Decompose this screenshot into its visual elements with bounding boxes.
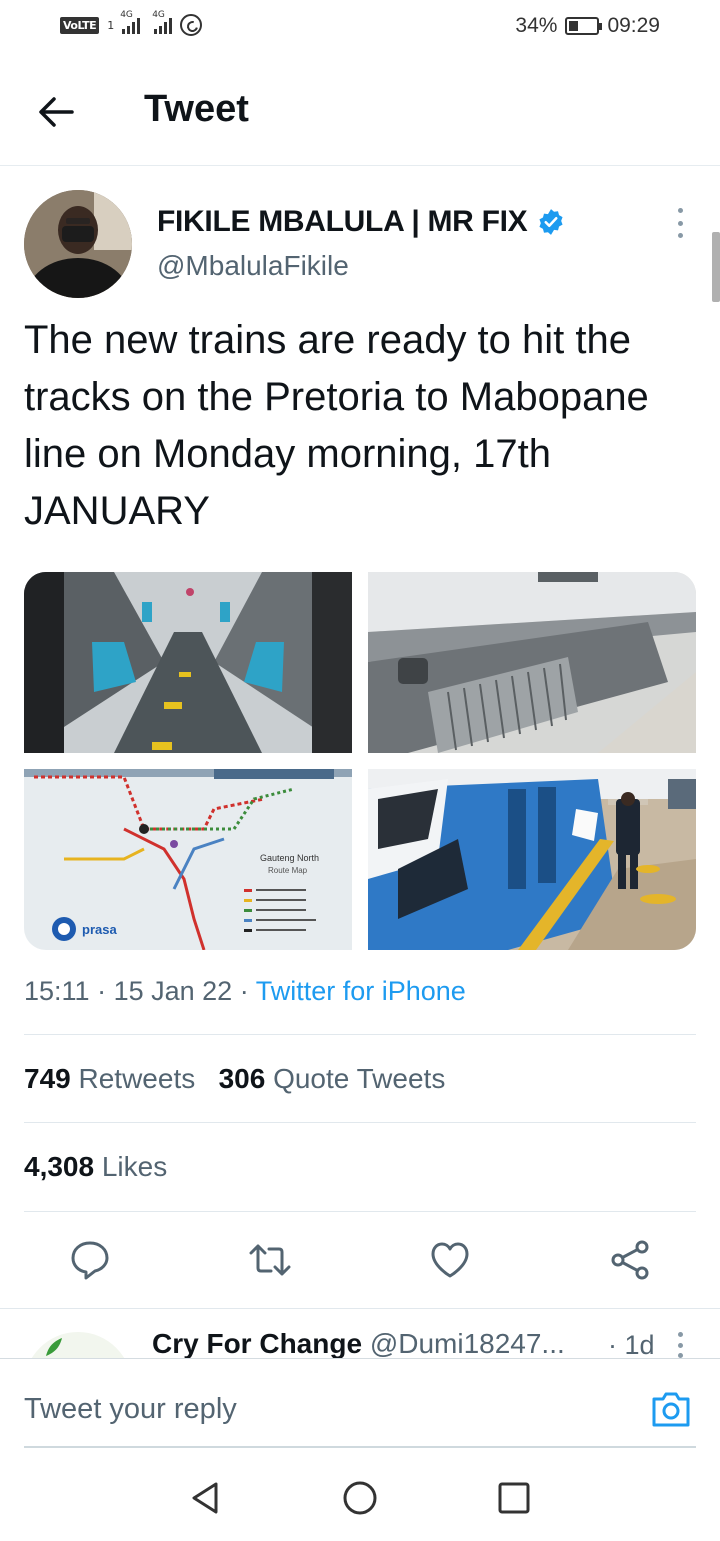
system-nav-bar <box>0 1448 720 1541</box>
tweet-date: 15 Jan 22 <box>113 976 233 1006</box>
battery-icon <box>565 17 603 35</box>
train-undercarriage-photo[interactable] <box>368 572 696 753</box>
clock: 09:29 <box>607 14 660 37</box>
nav-back-icon[interactable] <box>188 1480 224 1516</box>
retweet-stats: 749 Retweets 306 Quote Tweets <box>24 1063 445 1095</box>
tweet-text: The new trains are ready to hit the trac… <box>24 318 649 533</box>
likes-stats: 4,308 Likes <box>24 1151 167 1183</box>
tweet-actions <box>0 1232 720 1292</box>
verified-badge-icon <box>539 209 563 235</box>
divider <box>24 1034 696 1035</box>
quote-tweets-link[interactable]: 306 Quote Tweets <box>219 1063 446 1094</box>
divider <box>24 1122 696 1123</box>
page-title: Tweet <box>144 88 249 130</box>
reply-author[interactable]: Cry For Change @Dumi18247... <box>152 1328 565 1358</box>
nav-recents-icon[interactable] <box>496 1480 532 1516</box>
more-options-icon[interactable] <box>670 208 690 238</box>
signal-icon-2: 4G <box>152 10 173 34</box>
back-arrow-icon[interactable] <box>36 92 76 132</box>
train-platform-photo[interactable] <box>368 769 696 950</box>
retweet-icon[interactable] <box>248 1238 292 1282</box>
reply-avatar[interactable] <box>24 1332 132 1358</box>
volte-badge: VoLTE <box>60 16 100 34</box>
reply-bar: Tweet your reply <box>0 1358 720 1448</box>
status-left: VoLTE 1 4G 4G <box>60 10 203 36</box>
reply-more-icon[interactable] <box>676 1332 684 1358</box>
author-handle[interactable]: @MbalulaFikile <box>157 250 349 282</box>
share-icon[interactable] <box>608 1238 652 1282</box>
divider <box>24 1211 696 1212</box>
battery-percent: 34% <box>515 14 558 37</box>
sim-slot: 1 <box>107 18 115 32</box>
train-interior-photo[interactable] <box>24 572 352 753</box>
reply-preview[interactable]: Cry For Change @Dumi18247... · 1d <box>0 1310 720 1358</box>
tweet-source-link[interactable]: Twitter for iPhone <box>256 976 466 1006</box>
reply-time: · 1d <box>608 1330 655 1358</box>
media-grid: Gauteng North Route Map prasa <box>24 572 696 950</box>
map-title-line2: Route Map <box>268 866 308 875</box>
like-icon[interactable] <box>428 1238 472 1282</box>
map-title-line1: Gauteng North <box>260 853 319 863</box>
route-map-photo[interactable]: Gauteng North Route Map prasa <box>24 769 352 950</box>
author-avatar[interactable] <box>24 190 132 298</box>
status-right: 34% 09:29 <box>515 14 660 38</box>
reply-input[interactable]: Tweet your reply <box>24 1393 237 1426</box>
retweets-link[interactable]: 749 Retweets <box>24 1063 195 1094</box>
camera-icon[interactable] <box>650 1389 692 1429</box>
top-app-bar: Tweet <box>0 56 720 166</box>
nav-home-icon[interactable] <box>342 1480 378 1516</box>
prasa-logo-text: prasa <box>82 922 117 937</box>
likes-link[interactable]: 4,308 Likes <box>24 1151 167 1182</box>
whatsapp-icon <box>180 14 203 36</box>
tweet-time: 15:11 <box>24 976 90 1006</box>
reply-avatar-leaf-icon <box>46 1338 62 1356</box>
scrollbar[interactable] <box>712 232 720 302</box>
status-bar: VoLTE 1 4G 4G 34% 09:29 <box>0 0 720 56</box>
signal-icon: 4G <box>120 10 141 34</box>
author-name-text: FIKILE MBALULA | MR FIX <box>157 205 528 238</box>
tweet-timestamp: 15:11 · 15 Jan 22 · Twitter for iPhone <box>24 976 466 1006</box>
reply-icon[interactable] <box>68 1238 112 1282</box>
divider <box>0 1308 720 1309</box>
author-name[interactable]: FIKILE MBALULA | MR FIX <box>157 205 565 239</box>
